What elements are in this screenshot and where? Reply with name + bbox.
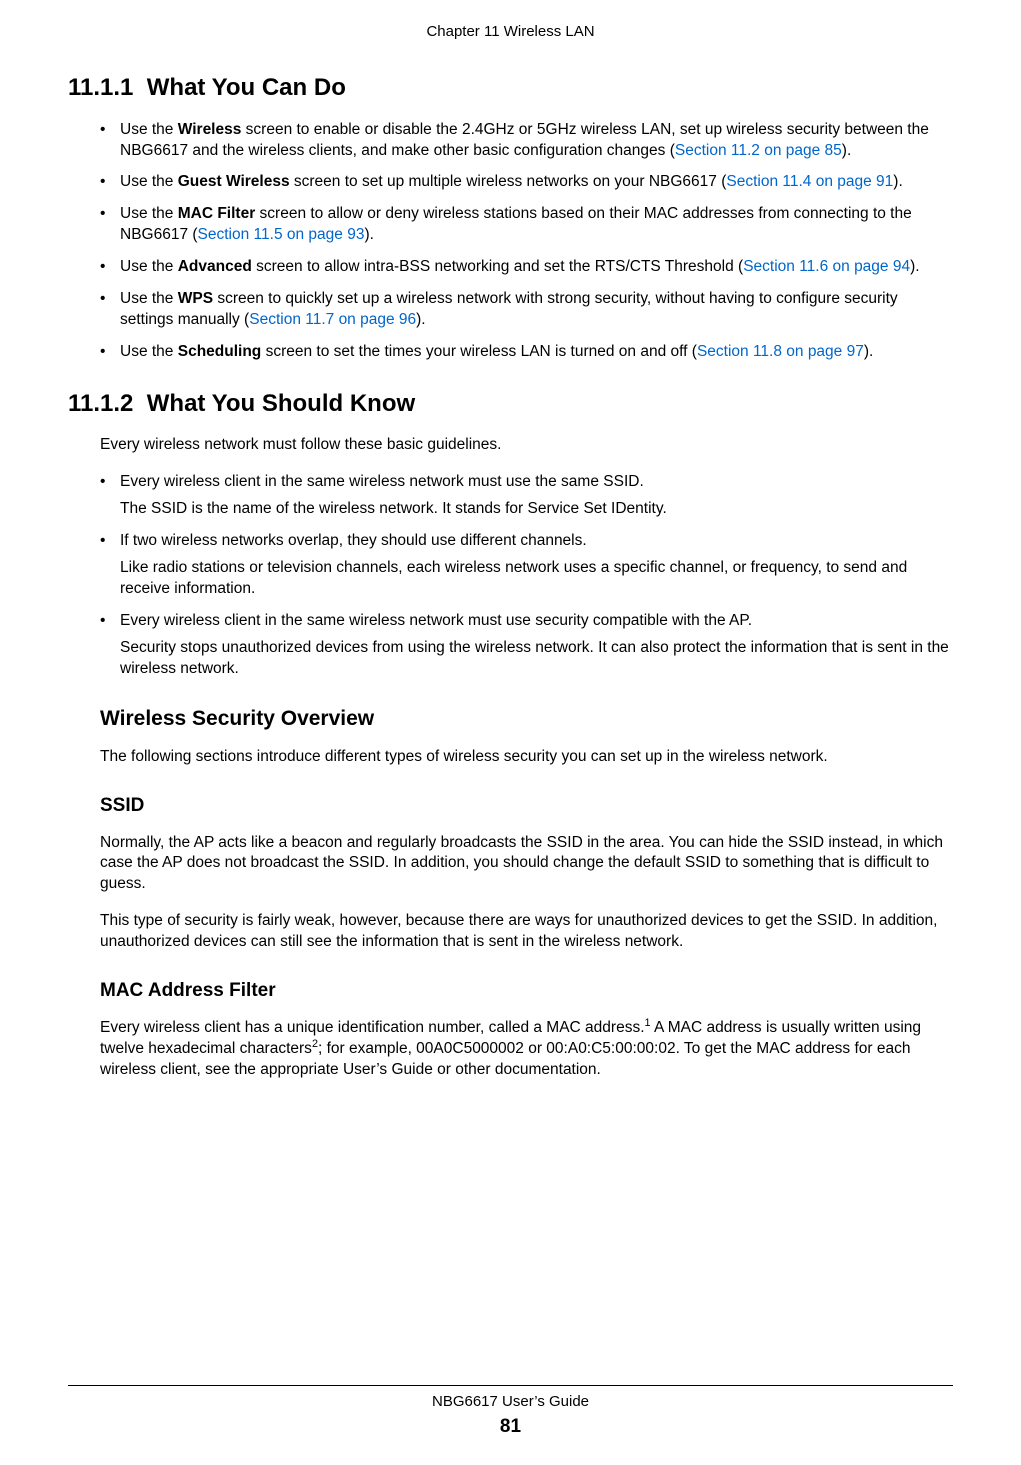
paragraph: Normally, the AP acts like a beacon and … xyxy=(100,833,953,896)
text-bold: Wireless xyxy=(178,121,242,138)
text: Every wireless client in the same wirele… xyxy=(120,473,644,490)
text: ). xyxy=(842,142,851,159)
list-what-you-can-do: Use the Wireless screen to enable or dis… xyxy=(100,120,953,363)
text: Use the xyxy=(120,290,178,307)
link-section-11-8[interactable]: Section 11.8 on page 97 xyxy=(697,343,864,360)
link-section-11-2[interactable]: Section 11.2 on page 85 xyxy=(675,142,842,159)
paragraph: This type of security is fairly weak, ho… xyxy=(100,911,953,953)
list-item: Use the Wireless screen to enable or dis… xyxy=(100,120,953,162)
heading-11-1-2: 11.1.2 What You Should Know xyxy=(68,388,953,420)
list-item: If two wireless networks overlap, they s… xyxy=(100,531,953,600)
text: ). xyxy=(893,173,902,190)
heading-number: 11.1.2 xyxy=(68,390,133,417)
paragraph: The following sections introduce differe… xyxy=(100,747,953,768)
link-section-11-7[interactable]: Section 11.7 on page 96 xyxy=(249,311,416,328)
text-sub: Security stops unauthorized devices from… xyxy=(120,638,953,680)
text: If two wireless networks overlap, they s… xyxy=(120,532,587,549)
text: Use the xyxy=(120,173,178,190)
list-item: Use the Scheduling screen to set the tim… xyxy=(100,342,953,363)
link-section-11-4[interactable]: Section 11.4 on page 91 xyxy=(726,173,893,190)
heading-wireless-security-overview: Wireless Security Overview xyxy=(100,705,953,733)
text: Every wireless client has a unique ident… xyxy=(100,1019,645,1036)
text: ). xyxy=(864,343,873,360)
text-bold: Advanced xyxy=(178,258,252,275)
text: ). xyxy=(416,311,425,328)
text: ). xyxy=(910,258,919,275)
page-footer: NBG6617 User’s Guide 81 xyxy=(68,1385,953,1440)
text-bold: Guest Wireless xyxy=(178,173,290,190)
list-guidelines: Every wireless client in the same wirele… xyxy=(100,472,953,679)
text-bold: Scheduling xyxy=(178,343,262,360)
text: screen to quickly set up a wireless netw… xyxy=(120,290,898,328)
text: Use the xyxy=(120,121,178,138)
text: screen to allow intra-BSS networking and… xyxy=(252,258,743,275)
footer-guide-title: NBG6617 User’s Guide xyxy=(68,1392,953,1412)
heading-ssid: SSID xyxy=(100,793,953,819)
heading-title: What You Should Know xyxy=(147,390,415,417)
text: Use the xyxy=(120,343,178,360)
list-item: Use the WPS screen to quickly set up a w… xyxy=(100,289,953,331)
text: ). xyxy=(364,226,373,243)
heading-11-1-1: 11.1.1 What You Can Do xyxy=(68,72,953,104)
paragraph: Every wireless client has a unique ident… xyxy=(100,1018,953,1081)
link-section-11-6[interactable]: Section 11.6 on page 94 xyxy=(743,258,910,275)
text: Use the xyxy=(120,258,178,275)
list-item: Use the Guest Wireless screen to set up … xyxy=(100,172,953,193)
text: Every wireless client in the same wirele… xyxy=(120,612,752,629)
text: screen to set up multiple wireless netwo… xyxy=(290,173,727,190)
text-sub: The SSID is the name of the wireless net… xyxy=(120,499,953,520)
document-page: Chapter 11 Wireless LAN 11.1.1 What You … xyxy=(0,0,1021,1465)
heading-mac-address-filter: MAC Address Filter xyxy=(100,978,953,1004)
footer-page-number: 81 xyxy=(68,1414,953,1440)
text-bold: WPS xyxy=(178,290,213,307)
heading-title: What You Can Do xyxy=(147,74,346,101)
list-item: Every wireless client in the same wirele… xyxy=(100,472,953,520)
list-item: Every wireless client in the same wirele… xyxy=(100,611,953,680)
chapter-header: Chapter 11 Wireless LAN xyxy=(68,22,953,42)
list-item: Use the MAC Filter screen to allow or de… xyxy=(100,204,953,246)
heading-number: 11.1.1 xyxy=(68,74,133,101)
text: Use the xyxy=(120,205,178,222)
text-bold: MAC Filter xyxy=(178,205,256,222)
list-item: Use the Advanced screen to allow intra-B… xyxy=(100,257,953,278)
link-section-11-5[interactable]: Section 11.5 on page 93 xyxy=(198,226,365,243)
paragraph: Every wireless network must follow these… xyxy=(100,435,953,456)
text: screen to set the times your wireless LA… xyxy=(261,343,697,360)
text-sub: Like radio stations or television channe… xyxy=(120,558,953,600)
